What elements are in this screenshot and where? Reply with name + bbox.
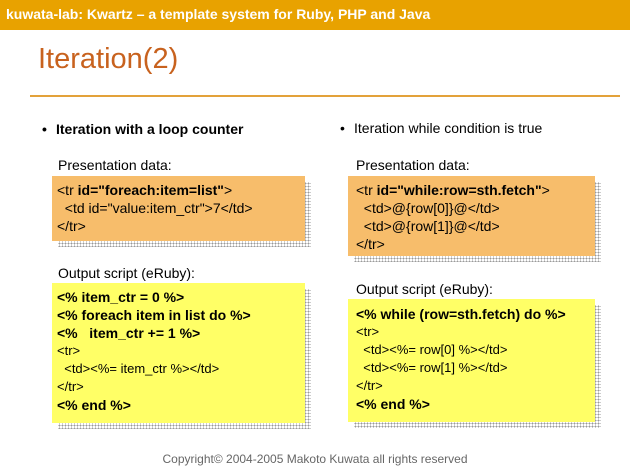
right-output-label: Output script (eRuby): (356, 281, 493, 297)
code-line: <td><%= row[0] %></td> (356, 342, 508, 357)
header-bar: kuwata-lab: Kwartz – a template system f… (0, 0, 630, 30)
code-line: <td>@{row[0]}@</td> (356, 199, 595, 217)
code-text: </tr> (57, 218, 86, 234)
right-presentation-label: Presentation data: (356, 157, 470, 173)
code-line: <td id="value:item_ctr">7</td> (57, 199, 305, 217)
code-text: <td>@{row[1]}@</td> (356, 218, 500, 234)
code-line: </tr> (57, 217, 305, 235)
code-line: <tr> (57, 343, 81, 358)
bullet-dot-icon: • (42, 121, 47, 137)
code-text: </tr> (356, 236, 385, 252)
left-presentation-code: <tr id="foreach:item=list"> <td id="valu… (52, 176, 305, 235)
left-presentation-box: <tr id="foreach:item=list"> <td id="valu… (52, 176, 305, 241)
footer-copyright: Copyright© 2004-2005 Makoto Kuwata all r… (162, 452, 468, 466)
code-line: <% end %> (356, 396, 430, 412)
code-line: </tr> (356, 235, 595, 253)
left-output-code: <% item_ctr = 0 %> <% foreach item in lis… (52, 283, 305, 414)
right-output-code: <% while (row=sth.fetch) do %> <tr> <td><… (348, 299, 595, 413)
left-bullet-text: Iteration with a loop counter (56, 121, 244, 137)
code-line: <tr id="foreach:item=list"> (57, 181, 305, 199)
right-presentation-code: <tr id="while:row=sth.fetch"> <td>@{row[… (348, 176, 595, 253)
code-line: <% end %> (57, 397, 131, 413)
code-line: <% item_ctr = 0 %> (57, 289, 185, 305)
code-text: > (541, 182, 550, 198)
header-title: kuwata-lab: Kwartz – a template system f… (6, 6, 431, 22)
code-line: <td>@{row[1]}@</td> (356, 217, 595, 235)
title-divider (30, 95, 620, 97)
code-text: <td id="value:item_ctr">7</td> (57, 200, 253, 216)
right-presentation-box: <tr id="while:row=sth.fetch"> <td>@{row[… (348, 176, 595, 256)
bullet-dot-icon: • (340, 120, 345, 136)
code-line: </tr> (57, 379, 84, 394)
code-text: <td>@{row[0]}@</td> (356, 200, 500, 216)
left-presentation-label: Presentation data: (58, 157, 172, 173)
code-directive: id="foreach:item=list" (77, 182, 224, 198)
code-line: <% while (row=sth.fetch) do %> (356, 306, 566, 322)
code-text: <tr (356, 182, 377, 198)
code-line: </tr> (356, 378, 383, 393)
code-directive: id="while:row=sth.fetch" (376, 182, 542, 198)
left-output-box: <% item_ctr = 0 %> <% foreach item in lis… (52, 283, 305, 423)
right-bullet-text: Iteration while condition is true (354, 120, 543, 136)
right-output-box: <% while (row=sth.fetch) do %> <tr> <td><… (348, 299, 595, 422)
slide-title: Iteration(2) (38, 43, 179, 75)
code-line: <tr> (356, 324, 380, 339)
code-line: <% foreach item in list do %> (57, 307, 251, 323)
code-text: <tr (57, 182, 78, 198)
right-bullet: • Iteration while condition is true (340, 120, 542, 136)
left-output-label: Output script (eRuby): (58, 265, 195, 281)
left-bullet: • Iteration with a loop counter (42, 121, 243, 137)
code-line: <% item_ctr += 1 %> (57, 325, 201, 341)
code-line: <tr id="while:row=sth.fetch"> (356, 181, 595, 199)
code-text: > (223, 182, 233, 198)
code-line: <td><%= item_ctr %></td> (57, 361, 220, 376)
code-line: <td><%= row[1] %></td> (356, 360, 508, 375)
